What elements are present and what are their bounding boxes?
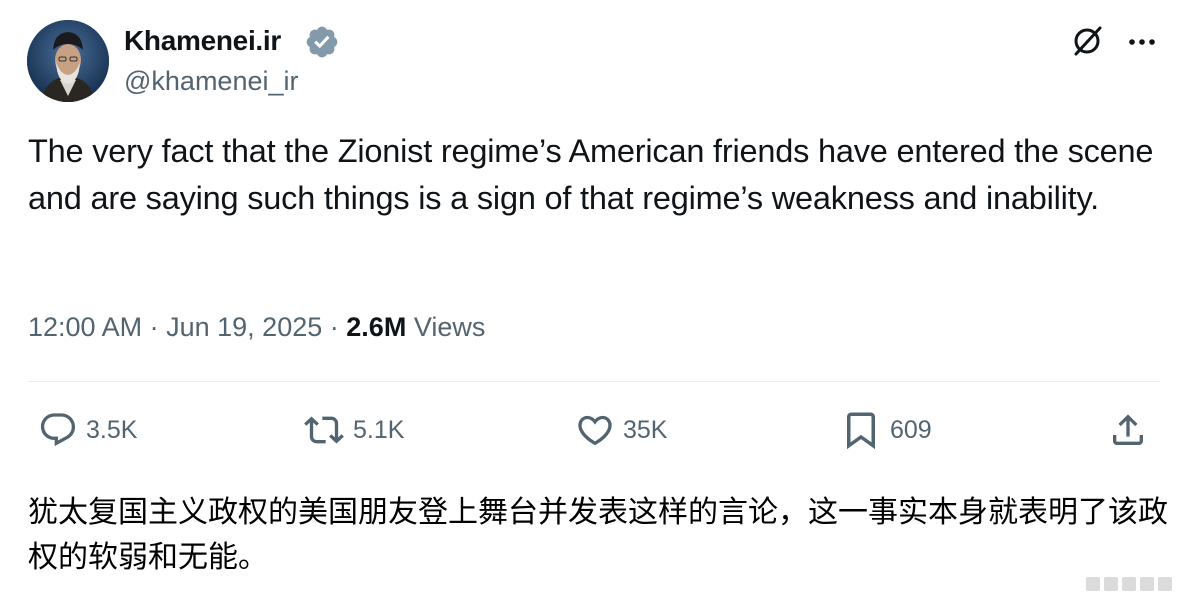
bookmark-count: 609 (890, 415, 932, 444)
avatar-image (27, 20, 109, 102)
views-count: 2.6M (346, 312, 407, 342)
post-date[interactable]: Jun 19, 2025 (166, 312, 322, 342)
reply-button[interactable]: 3.5K (38, 405, 137, 455)
share-button[interactable] (1108, 405, 1148, 455)
grok-icon[interactable] (1070, 23, 1106, 59)
bookmark-button[interactable]: 609 (840, 405, 932, 455)
handle[interactable]: @khamenei_ir (124, 64, 299, 98)
tweet-meta: 12:00 AM · Jun 19, 2025 · 2.6M Views (28, 307, 485, 347)
avatar[interactable] (27, 20, 109, 102)
meta-separator: · (329, 312, 339, 342)
repost-button[interactable]: 5.1K (303, 405, 404, 455)
share-icon (1113, 414, 1143, 445)
verified-badge-icon (306, 26, 338, 58)
more-options-icon[interactable] (1124, 24, 1160, 60)
tweet-text: The very fact that the Zionist regime’s … (28, 133, 1154, 216)
watermark-logo (1086, 577, 1172, 591)
heart-icon (578, 415, 612, 446)
like-count: 35K (623, 415, 668, 444)
reply-count: 3.5K (86, 415, 138, 444)
reply-icon (40, 413, 76, 447)
post-time[interactable]: 12:00 AM (28, 312, 142, 342)
meta-separator: · (149, 312, 159, 342)
views-label: Views (413, 312, 486, 342)
translation-text: 犹太复国主义政权的美国朋友登上舞台并发表这样的言论，这一事实本身就表明了该政权的… (28, 495, 1168, 575)
like-button[interactable]: 35K (575, 405, 667, 455)
display-name[interactable]: Khamenei.ir (124, 24, 281, 58)
bookmark-icon (847, 412, 875, 450)
repost-icon (304, 416, 344, 444)
repost-count: 5.1K (353, 415, 405, 444)
divider (28, 381, 1160, 382)
